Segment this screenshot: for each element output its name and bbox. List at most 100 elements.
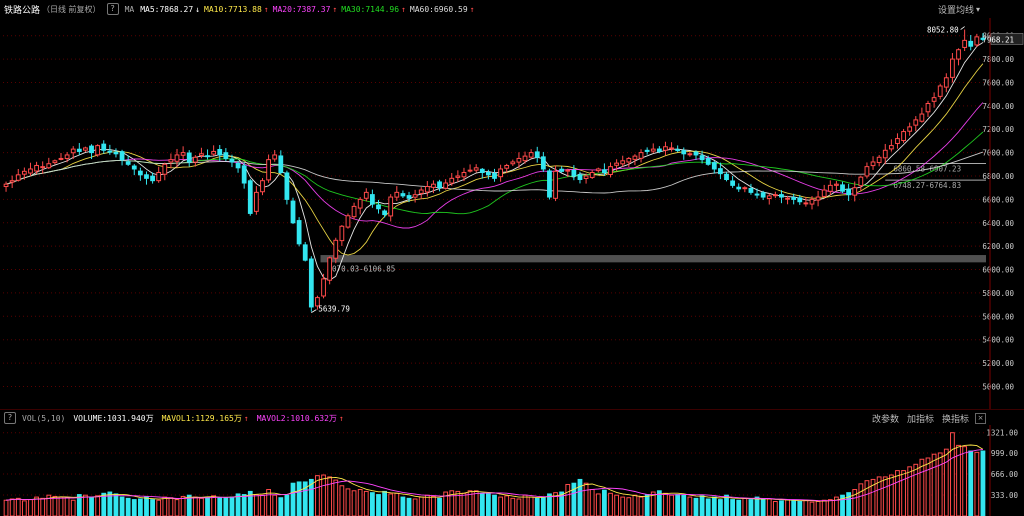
volume-bar-up bbox=[589, 489, 595, 516]
candle-up bbox=[168, 159, 174, 163]
volume-bar-down bbox=[577, 478, 583, 516]
volume-chart[interactable]: 333.00 666.00 999.00 1321.00 bbox=[0, 425, 1024, 516]
candle-down bbox=[205, 155, 210, 158]
volume-bar-up bbox=[687, 496, 693, 516]
candle-down bbox=[840, 184, 845, 192]
ma60-readout: MA60:6960.59 bbox=[409, 4, 468, 14]
chevron-down-icon[interactable]: ▾ bbox=[976, 5, 980, 14]
volume-bar-down bbox=[119, 496, 125, 516]
candle-down bbox=[479, 168, 485, 173]
candle-up bbox=[925, 103, 931, 113]
volume-bar-up bbox=[58, 496, 64, 516]
candle-up bbox=[260, 180, 265, 193]
volume-bar-down bbox=[754, 496, 760, 516]
volume-bar-up bbox=[516, 498, 522, 516]
change-params-button[interactable]: 改参数 bbox=[872, 412, 899, 425]
volume-bar-up bbox=[28, 499, 33, 516]
candle-down bbox=[559, 168, 565, 172]
candle-up bbox=[345, 215, 351, 228]
candle-down bbox=[656, 148, 662, 152]
volume-bar-down bbox=[724, 494, 729, 516]
close-icon[interactable]: × bbox=[975, 412, 986, 424]
candle-up bbox=[876, 156, 882, 164]
volume-bar-up bbox=[156, 499, 162, 516]
candle-up bbox=[553, 170, 558, 199]
candle-down bbox=[486, 171, 491, 176]
candle-up bbox=[504, 164, 510, 169]
volume-bar-up bbox=[83, 494, 88, 516]
volume-help-icon[interactable]: ? bbox=[4, 412, 16, 424]
candle-up bbox=[522, 155, 528, 162]
volume-bar-down bbox=[711, 496, 717, 516]
candle-down bbox=[711, 162, 717, 170]
volume-bar-up bbox=[742, 497, 748, 516]
volume-bar-up bbox=[925, 457, 931, 516]
volume-bar-up bbox=[253, 494, 259, 516]
volume-bar-down bbox=[705, 498, 711, 516]
candle-up bbox=[565, 169, 571, 172]
candle-up bbox=[418, 189, 424, 194]
volume-bar-up bbox=[528, 496, 534, 516]
price-tick-label: 5800.00 bbox=[982, 289, 1014, 298]
volume-bar-down bbox=[644, 494, 650, 516]
candle-down bbox=[400, 193, 406, 197]
help-icon[interactable]: ? bbox=[106, 3, 119, 15]
volume-bar-down bbox=[406, 497, 412, 516]
candle-up bbox=[815, 196, 821, 201]
candle-up bbox=[34, 164, 39, 172]
volume-bar-down bbox=[205, 496, 210, 516]
volume-bar-down bbox=[797, 501, 803, 516]
settings-ma-button[interactable]: 设置均线 bbox=[938, 3, 974, 16]
price-tick-label: 5400.00 bbox=[982, 336, 1014, 345]
security-title[interactable]: 铁路公路 bbox=[4, 3, 40, 16]
candle-up bbox=[9, 180, 15, 183]
candle-up bbox=[28, 168, 33, 174]
candle-up bbox=[357, 198, 363, 209]
volume-bar-up bbox=[809, 501, 815, 516]
candle-down bbox=[681, 150, 687, 155]
ma30-up-arrow-icon: ↑ bbox=[401, 4, 406, 14]
price-tick-label: 7000.00 bbox=[982, 149, 1014, 158]
candle-down bbox=[437, 181, 442, 189]
candle-down bbox=[89, 145, 94, 154]
candle-up bbox=[901, 131, 906, 142]
candle-down bbox=[724, 173, 729, 181]
volume-tick-label: 666.00 bbox=[991, 470, 1019, 479]
candle-down bbox=[846, 188, 852, 196]
candle-down bbox=[571, 169, 577, 177]
volume-bar-down bbox=[718, 499, 723, 516]
volume-bar-up bbox=[827, 499, 833, 516]
volume-bar-down bbox=[699, 495, 705, 516]
candle-up bbox=[424, 186, 430, 193]
volume-bar-up bbox=[858, 483, 864, 516]
candle-up bbox=[156, 171, 162, 182]
candle-down bbox=[296, 220, 302, 245]
volume-bar-down bbox=[241, 494, 247, 516]
volume-bar-up bbox=[15, 497, 21, 516]
volume-bar-down bbox=[369, 492, 375, 516]
candle-up bbox=[3, 183, 9, 188]
volume-bar-up bbox=[608, 492, 613, 516]
candle-down bbox=[76, 148, 82, 152]
volume-bar-up bbox=[974, 451, 980, 516]
switch-indicator-button[interactable]: 换指标 bbox=[942, 412, 969, 425]
candle-down bbox=[131, 165, 137, 170]
candle-down bbox=[101, 143, 107, 151]
volume-bar-up bbox=[620, 496, 626, 516]
volume-bar-up bbox=[333, 479, 339, 516]
candle-up bbox=[888, 145, 894, 150]
candle-up bbox=[858, 176, 864, 187]
volume-bar-up bbox=[864, 480, 870, 516]
add-indicator-button[interactable]: 加指标 bbox=[907, 412, 934, 425]
candlestick-chart[interactable]: 5000.00 5200.00 5400.00 5600.00 5800.00 6000.… bbox=[0, 18, 1024, 410]
candle-up bbox=[632, 155, 638, 160]
candle-down bbox=[718, 168, 723, 175]
high-price-label: 8052.80 bbox=[927, 26, 959, 35]
volume-bar-up bbox=[40, 497, 46, 516]
candle-down bbox=[144, 174, 149, 179]
volume-bar-down bbox=[534, 497, 540, 516]
candle-down bbox=[705, 158, 711, 165]
candle-up bbox=[882, 149, 888, 159]
volume-bar-up bbox=[95, 495, 101, 516]
volume-bar-up bbox=[632, 494, 638, 516]
